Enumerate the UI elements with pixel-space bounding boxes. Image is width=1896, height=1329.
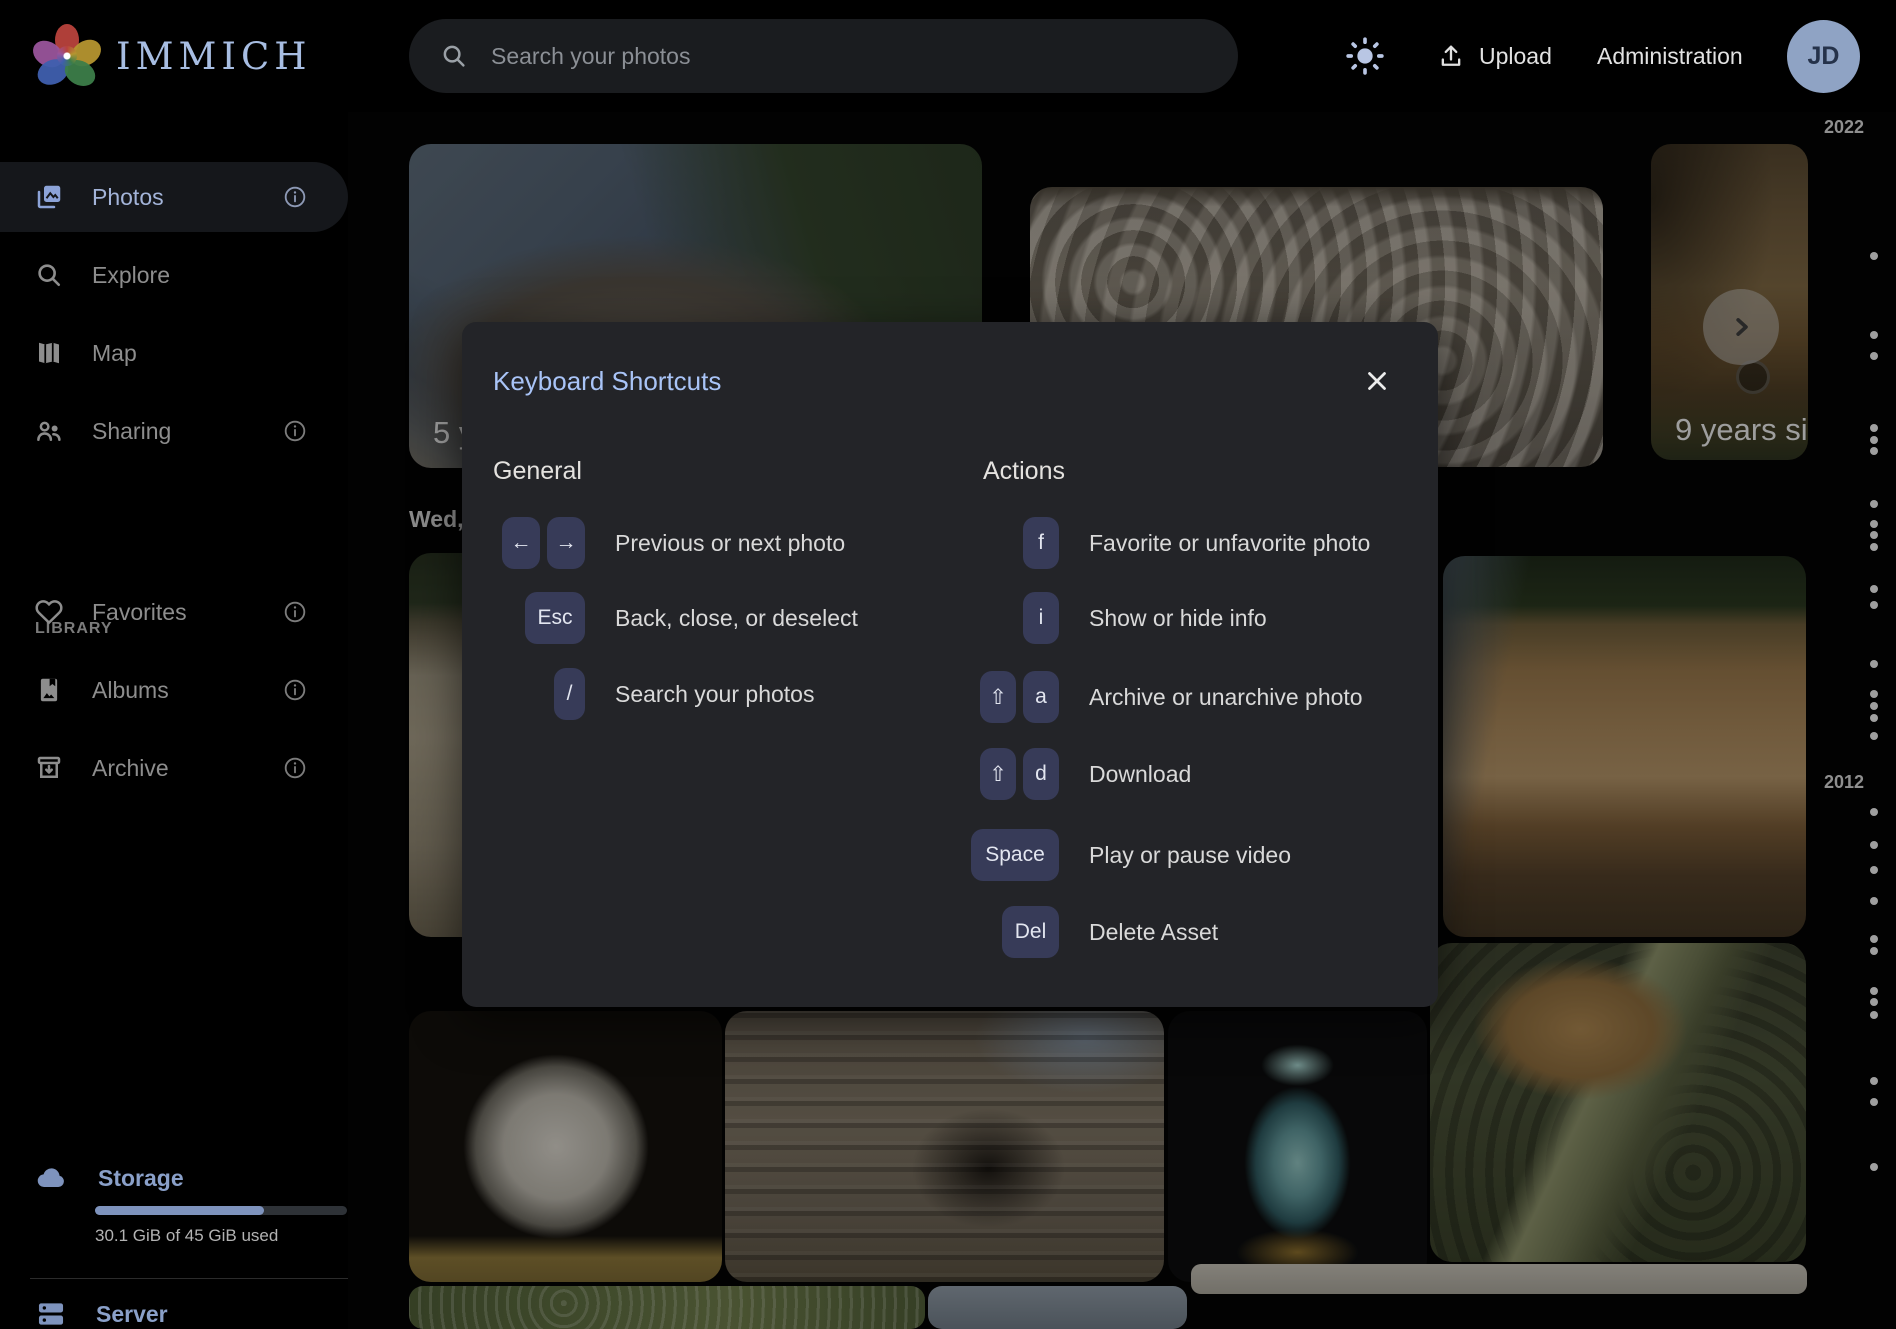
app-title: IMMICH (116, 35, 312, 78)
archive-icon (34, 753, 64, 783)
shortcut-description: Archive or unarchive photo (1089, 684, 1363, 711)
scrubber-year-label: 2012 (1824, 772, 1864, 793)
storage-progress-bar (95, 1206, 347, 1215)
upload-button[interactable]: Upload (1437, 0, 1552, 112)
info-icon[interactable] (282, 755, 308, 781)
key-esc: Esc (525, 592, 585, 644)
info-icon[interactable] (282, 418, 308, 444)
sidebar-item-label: Explore (92, 262, 170, 289)
timeline-scrubber[interactable]: 2022 2012 (1806, 100, 1896, 1329)
heart-icon (34, 597, 64, 627)
upload-icon (1437, 42, 1465, 70)
key-arrow-right: → (547, 517, 585, 569)
storage-usage-text: 30.1 GiB of 45 GiB used (95, 1226, 278, 1246)
administration-label: Administration (1597, 43, 1743, 70)
server-title: Server (96, 1301, 168, 1328)
sidebar-item-map[interactable]: Map (0, 318, 348, 388)
map-icon (34, 338, 64, 368)
info-icon[interactable] (282, 599, 308, 625)
sidebar-item-sharing[interactable]: Sharing (0, 396, 348, 466)
immich-flower-icon (36, 24, 98, 88)
search-icon (439, 41, 469, 71)
upload-label: Upload (1479, 43, 1552, 70)
sidebar-item-label: Archive (92, 755, 169, 782)
shortcut-description: Show or hide info (1089, 605, 1267, 632)
key-space: Space (971, 829, 1059, 881)
shortcut-description: Back, close, or deselect (615, 605, 858, 632)
sidebar-item-label: Map (92, 340, 137, 367)
shortcut-row: ← → Previous or next photo (492, 517, 845, 569)
info-icon[interactable] (282, 184, 308, 210)
sidebar-item-label: Photos (92, 184, 164, 211)
photos-icon (34, 182, 64, 212)
storage-title: Storage (98, 1165, 184, 1192)
immich-app: 9 years si 5 y Wed, 2022 2012 IMMIC (0, 0, 1896, 1329)
administration-link[interactable]: Administration (1597, 0, 1743, 112)
shortcut-row: f Favorite or unfavorite photo (971, 517, 1370, 569)
keyboard-shortcuts-modal: Keyboard Shortcuts General Actions ← → P… (462, 322, 1438, 1007)
key-d: d (1023, 748, 1059, 800)
avatar-initials: JD (1808, 42, 1840, 71)
key-arrow-left: ← (502, 517, 540, 569)
sidebar-item-label: Favorites (92, 599, 187, 626)
shortcut-description: Previous or next photo (615, 530, 845, 557)
albums-icon (34, 675, 64, 705)
shortcut-description: Favorite or unfavorite photo (1089, 530, 1370, 557)
shortcut-row: ⇧ d Download (971, 748, 1191, 800)
shortcut-row: Del Delete Asset (971, 906, 1218, 958)
section-heading-actions: Actions (983, 457, 1065, 486)
shortcut-description: Download (1089, 761, 1191, 788)
top-bar: IMMICH Upload Administrat (0, 0, 1896, 112)
key-f: f (1023, 517, 1059, 569)
sharing-icon (34, 416, 64, 446)
key-i: i (1023, 592, 1059, 644)
sidebar-item-archive[interactable]: Archive (0, 733, 348, 803)
cloud-icon (34, 1160, 70, 1196)
shortcut-description: Play or pause video (1089, 842, 1291, 869)
sidebar-item-photos[interactable]: Photos (0, 162, 348, 232)
key-shift: ⇧ (980, 671, 1016, 723)
sidebar-item-label: Sharing (92, 418, 171, 445)
modal-title: Keyboard Shortcuts (493, 366, 721, 397)
server-panel: Server Status Online Version v1.71.0 (0, 1297, 348, 1329)
user-avatar[interactable]: JD (1787, 20, 1860, 93)
sun-icon (1342, 33, 1388, 79)
search-input[interactable] (491, 43, 1171, 70)
search-bar[interactable] (409, 19, 1238, 93)
sidebar-item-albums[interactable]: Albums (0, 655, 348, 725)
shortcut-row: Esc Back, close, or deselect (492, 592, 858, 644)
sidebar-item-label: Albums (92, 677, 169, 704)
key-shift: ⇧ (980, 748, 1016, 800)
sidebar-divider (30, 1278, 348, 1279)
sidebar-item-favorites[interactable]: Favorites (0, 577, 348, 647)
shortcut-description: Delete Asset (1089, 919, 1218, 946)
server-icon (34, 1297, 68, 1329)
sidebar: Photos Explore Map (0, 112, 348, 1329)
shortcut-row: i Show or hide info (971, 592, 1267, 644)
theme-toggle-button[interactable] (1342, 0, 1388, 112)
explore-icon (34, 260, 64, 290)
key-del: Del (1002, 906, 1059, 958)
key-a: a (1023, 671, 1059, 723)
key-slash: / (554, 668, 585, 720)
info-icon[interactable] (282, 677, 308, 703)
shortcut-row: / Search your photos (492, 668, 814, 720)
scrubber-year-label: 2022 (1824, 117, 1864, 138)
shortcut-description: Search your photos (615, 681, 814, 708)
shortcut-row: ⇧ a Archive or unarchive photo (971, 671, 1363, 723)
storage-panel: Storage 30.1 GiB of 45 GiB used (0, 1160, 348, 1196)
section-heading-general: General (493, 457, 582, 486)
app-logo[interactable]: IMMICH (36, 24, 312, 88)
shortcut-row: Space Play or pause video (971, 829, 1291, 881)
close-icon[interactable] (1362, 366, 1392, 396)
sidebar-item-explore[interactable]: Explore (0, 240, 348, 310)
